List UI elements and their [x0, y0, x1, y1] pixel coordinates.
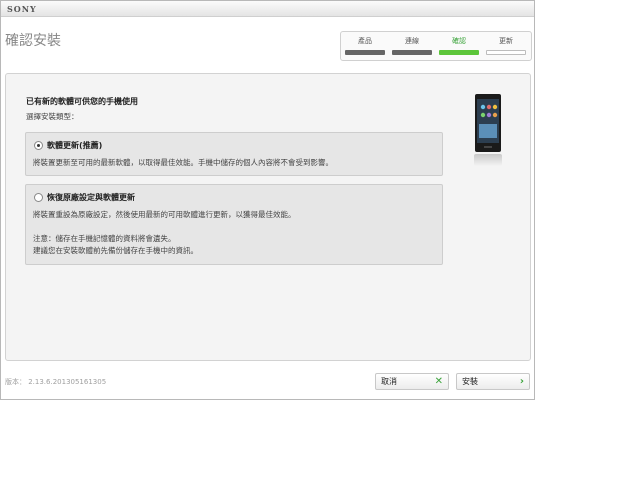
phone-reflection: [474, 154, 502, 166]
step-label: 更新: [499, 37, 513, 45]
option-advice: 建議您在安裝軟體前先備份儲存在手機中的資訊。: [33, 246, 198, 255]
app-window: SONY 確認安裝 產品 連線 確認 更新 已有新的軟體可供您的手機使用 選擇安…: [0, 0, 535, 400]
phone-image: [475, 94, 501, 152]
step-bar: [439, 50, 479, 55]
option-factory-reset-update[interactable]: 恢復原廠設定與軟體更新 將裝置重設為原廠設定，然後使用最新的可用軟體進行更新，以…: [25, 184, 443, 265]
option-header: 軟體更新(推薦): [34, 140, 102, 151]
cancel-label: 取消: [381, 377, 397, 386]
progress-steps: 產品 連線 確認 更新: [340, 31, 532, 61]
option-warning: 注意：儲存在手機記憶體的資料將會遺失。: [33, 234, 176, 243]
step-bar: [486, 50, 526, 55]
step-product: 產品: [345, 36, 385, 58]
install-label: 安裝: [462, 377, 478, 386]
version-label: 版本： 2.13.6.201305161305: [5, 378, 107, 386]
close-icon: ✕: [434, 376, 443, 387]
step-label: 連線: [405, 37, 419, 45]
step-bar: [392, 50, 432, 55]
option-title: 恢復原廠設定與軟體更新: [47, 193, 135, 202]
cancel-button[interactable]: 取消 ✕: [375, 373, 449, 390]
page-title: 確認安裝: [5, 32, 61, 48]
content-heading: 已有新的軟體可供您的手機使用: [26, 97, 138, 106]
content-panel: 已有新的軟體可供您的手機使用 選擇安裝類型： 軟體更新(推薦) 將裝置更新至可用…: [5, 73, 531, 361]
sony-logo: SONY: [7, 4, 37, 14]
factory-reset-radio[interactable]: [34, 193, 43, 202]
option-software-update[interactable]: 軟體更新(推薦) 將裝置更新至可用的最新軟體，以取得最佳效能。手機中儲存的個人內…: [25, 132, 443, 176]
step-confirm: 確認: [439, 36, 479, 58]
chevron-right-icon: ›: [519, 376, 524, 387]
step-bar: [345, 50, 385, 55]
software-update-radio[interactable]: [34, 141, 43, 150]
install-type-label: 選擇安裝類型：: [26, 112, 79, 121]
option-title: 軟體更新(推薦): [47, 141, 103, 150]
option-description: 將裝置更新至可用的最新軟體，以取得最佳效能。手機中儲存的個人內容將不會受到影響。: [33, 158, 333, 167]
option-description: 將裝置重設為原廠設定，然後使用最新的可用軟體進行更新，以獲得最佳效能。: [33, 210, 296, 219]
brand-bar: SONY: [1, 1, 534, 17]
step-label: 產品: [358, 37, 372, 45]
step-update: 更新: [486, 36, 526, 58]
step-label: 確認: [452, 37, 466, 45]
install-button[interactable]: 安裝 ›: [456, 373, 530, 390]
option-header: 恢復原廠設定與軟體更新: [34, 192, 135, 203]
step-connect: 連線: [392, 36, 432, 58]
